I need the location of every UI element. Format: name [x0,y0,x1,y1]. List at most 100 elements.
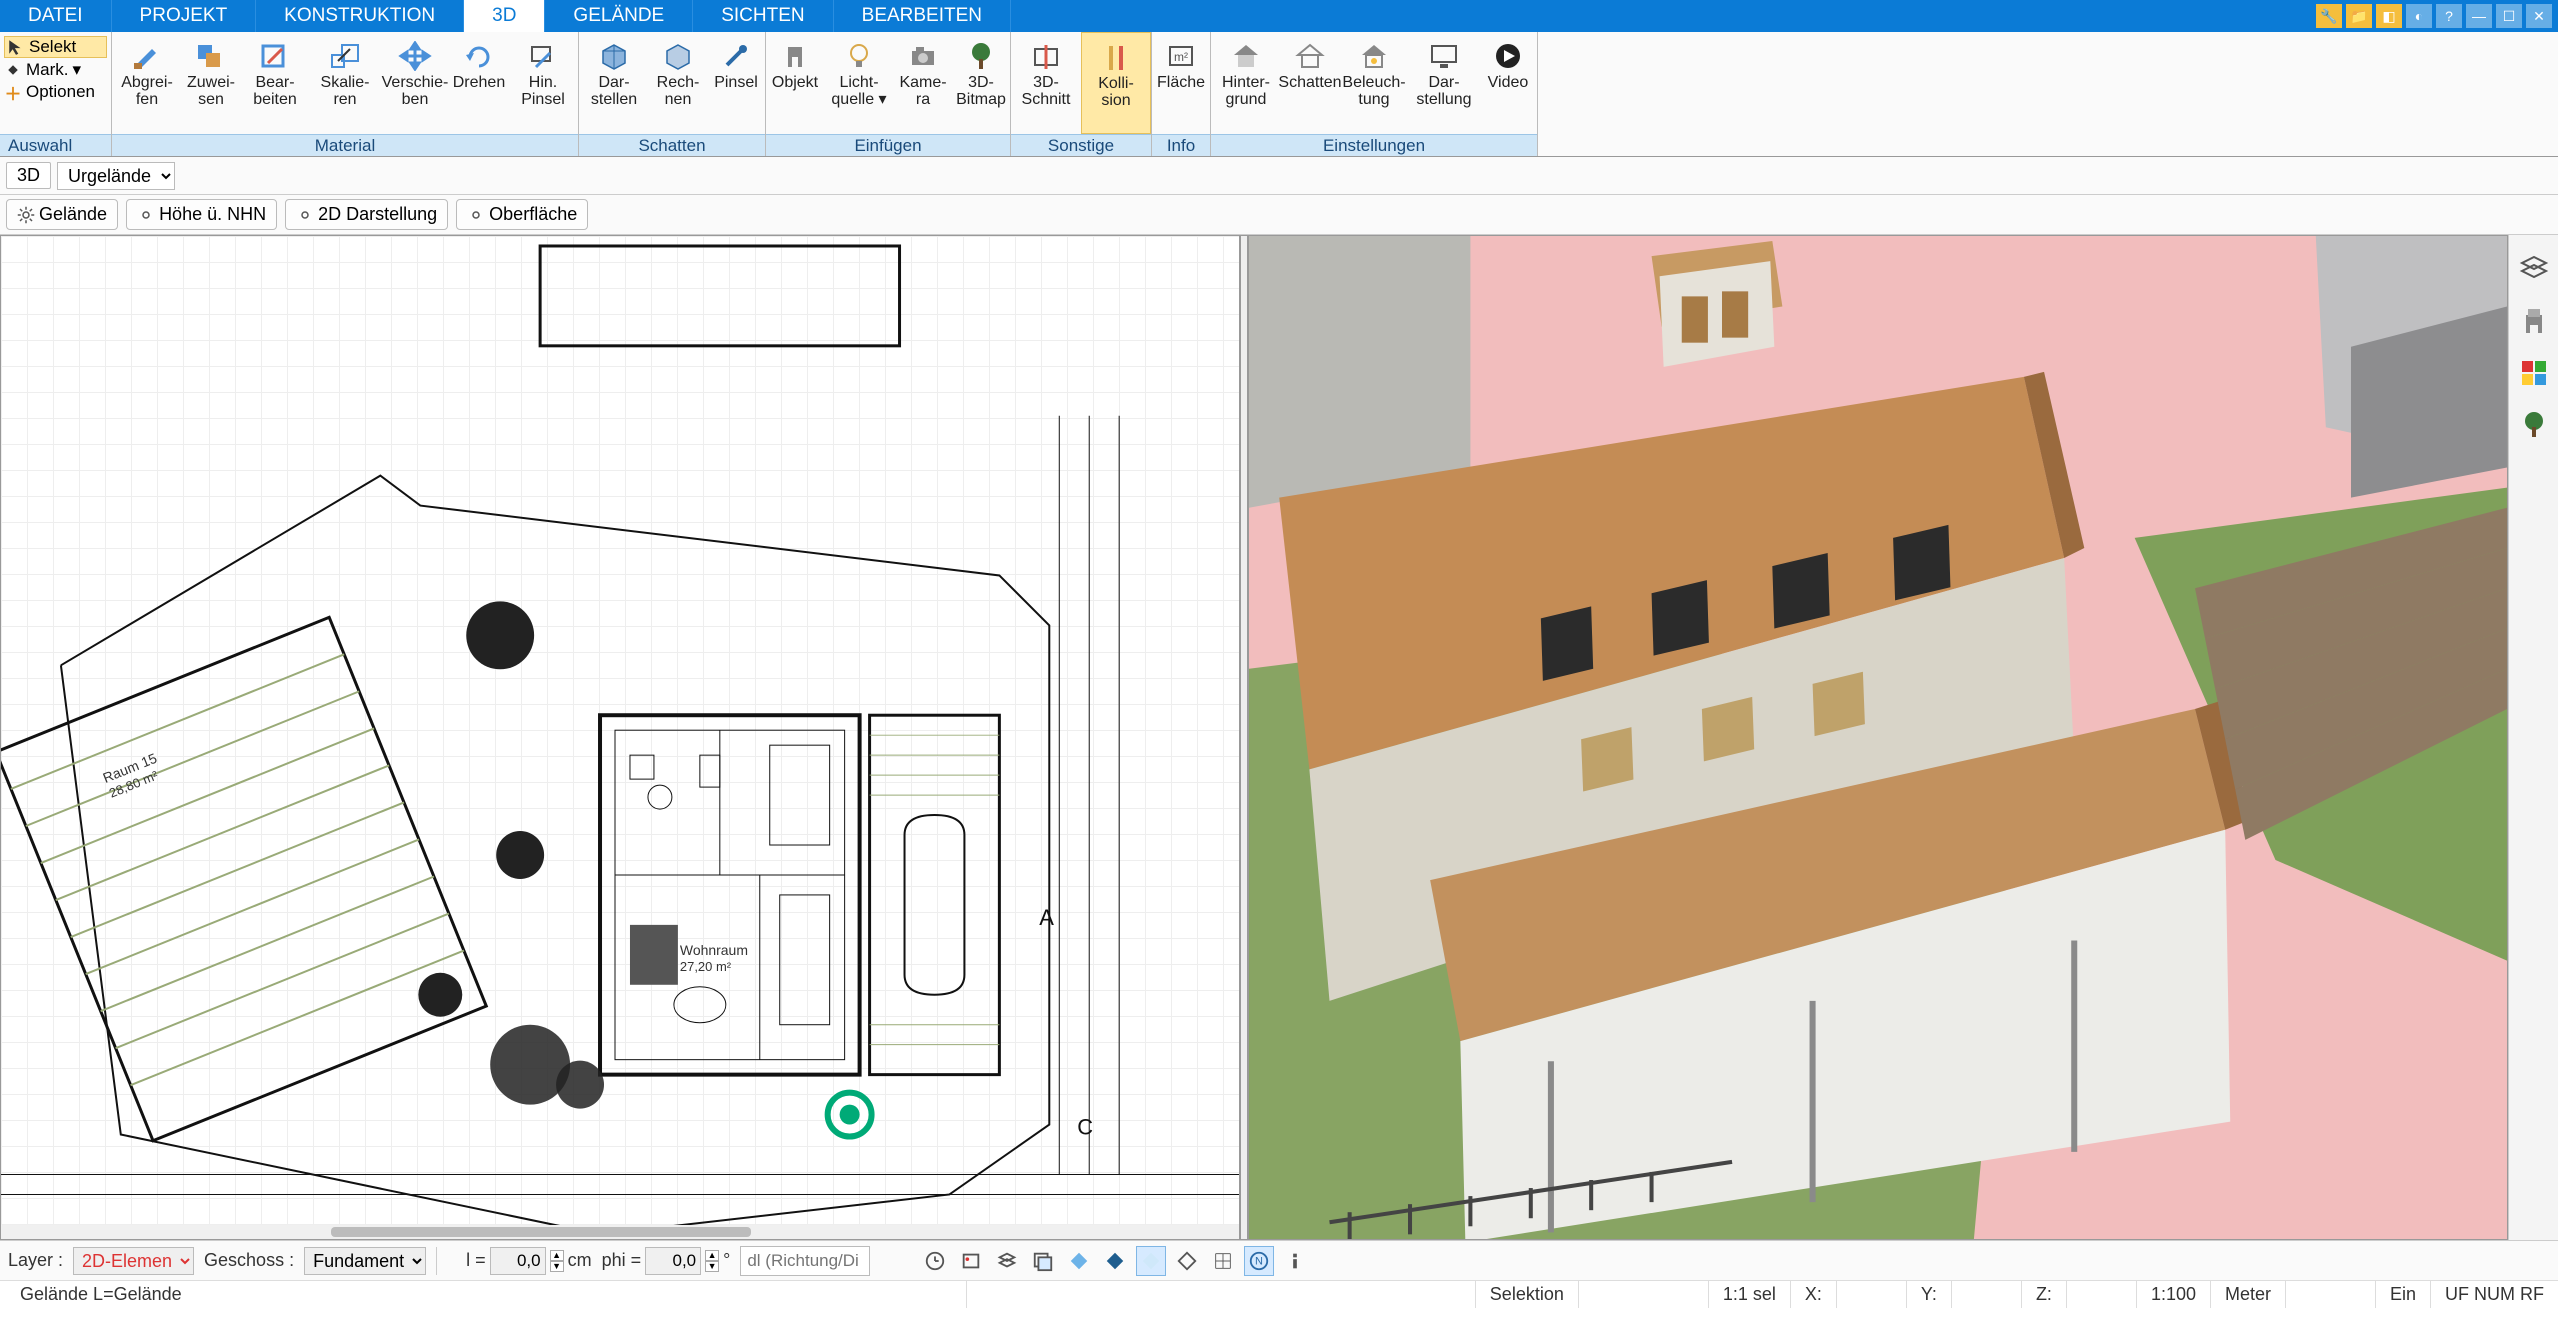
diamond-tool-outline-icon[interactable] [1172,1246,1202,1276]
phi-spin-down[interactable]: ▼ [705,1261,719,1272]
ribbon-button-label: Skalie- ren [321,74,370,108]
pinsel-button[interactable]: Pinsel [707,32,765,134]
box-tool-icon[interactable] [956,1246,986,1276]
minimize-button[interactable]: — [2466,4,2492,28]
mode-3d-badge[interactable]: 3D [6,162,51,189]
bearbeiten-button[interactable]: Bear- beiten [240,32,310,134]
svg-text:m²: m² [1174,50,1188,64]
info-tool-icon[interactable] [1280,1246,1310,1276]
mark-button[interactable]: Mark. ▾ [4,60,107,80]
status-bar: Gelände L=Gelände Selektion 1:1 sel X: Y… [0,1280,2558,1308]
svg-text:Wohnraum: Wohnraum [680,942,748,958]
house3-icon [1354,38,1394,74]
kollision-button[interactable]: Kolli- sion [1081,32,1151,134]
selekt-button[interactable]: Selekt [4,36,107,58]
help-icon[interactable]: ? [2436,4,2462,28]
grid-snap-tool-icon[interactable] [1208,1246,1238,1276]
diamond-tool-blue-icon[interactable] [1064,1246,1094,1276]
ribbon-button-label: Hinter- grund [1222,74,1270,108]
pane-splitter[interactable] [1240,235,1248,1240]
length-spin-down[interactable]: ▼ [550,1261,564,1272]
toggle-icon[interactable]: ◐ [2406,4,2432,28]
menu-tab-sichten[interactable]: SICHTEN [693,0,833,32]
kamera-button[interactable]: Kame- ra [894,32,952,134]
ribbon-group-material: Abgrei- fen Zuwei- senBear- beiten Skalie-… [112,32,579,156]
context-bar: 3D Urgelände [0,157,2558,195]
darstellen-button[interactable]: Dar- stellen [579,32,649,134]
hin-pinsel-button[interactable]: Hin. Pinsel [508,32,578,134]
objekt-button[interactable]: Objekt [766,32,824,134]
hintergrund-button[interactable]: Hinter- grund [1211,32,1281,134]
menu-tab-konstruktion[interactable]: KONSTRUKTION [256,0,464,32]
optionen-button[interactable]: ＋ Optionen [4,82,107,102]
menu-tab-datei[interactable]: DATEI [0,0,112,32]
option-gelaende[interactable]: Gelände [6,199,118,230]
render-3d-viewport[interactable] [1248,235,2508,1240]
plant-icon[interactable] [2518,409,2550,441]
phi-input[interactable] [645,1247,701,1275]
ribbon-button-label: Objekt [772,74,818,91]
phi-unit: ° [723,1250,730,1271]
verschieben-button[interactable]: Verschie- ben [380,32,450,134]
flaeche-button[interactable]: m²Fläche [1152,32,1210,134]
option-oberflaeche[interactable]: Oberfläche [456,199,588,230]
scrollbar-thumb[interactable] [331,1227,751,1237]
menu-tab-projekt[interactable]: PROJEKT [112,0,257,32]
beleuchtung-button[interactable]: Beleuch- tung [1339,32,1409,134]
menu-tab-3d[interactable]: 3D [464,0,545,32]
ribbon-group-einfuegen: ObjektLicht- quelle ▾Kame- ra3D- Bitmap … [766,32,1011,156]
chevron-down-icon: ▾ [73,60,82,80]
skalieren-button[interactable]: Skalie- ren [310,32,380,134]
plan-2d-viewport[interactable]: Raum 15 28,80 m² Wohnraum 27,20 m² [0,235,1240,1240]
diamond-tool-light-icon[interactable] [1136,1246,1166,1276]
rechnen-button[interactable]: Rech- nen [649,32,707,134]
layer-select[interactable]: 2D-Elemen [73,1247,194,1275]
stack-tool-icon[interactable] [1028,1246,1058,1276]
drehen-button[interactable]: Drehen [450,32,508,134]
ribbon-button-label: Beleuch- tung [1342,74,1405,108]
status-unit: Meter [2210,1281,2285,1308]
horizontal-scrollbar[interactable] [1,1225,1239,1239]
monitor-icon [1424,38,1464,74]
selekt-label: Selekt [29,37,76,57]
plus-icon: ＋ [4,83,22,101]
clock-tool-icon[interactable] [920,1246,950,1276]
3d-bitmap-button[interactable]: 3D- Bitmap [952,32,1010,134]
maximize-button[interactable]: ☐ [2496,4,2522,28]
scale-icon [325,38,365,74]
abgreifen-button[interactable]: Abgrei- fen [112,32,182,134]
materials-icon[interactable] [2518,357,2550,389]
option-2d-darstellung[interactable]: 2D Darstellung [285,199,448,230]
video-button[interactable]: Video [1479,32,1537,134]
bottom-toolbar: Layer : 2D-Elemen Geschoss : Fundament l… [0,1240,2558,1280]
terrain-select[interactable]: Urgelände [57,162,175,190]
close-button[interactable]: ✕ [2526,4,2552,28]
menu-tab-gelaende[interactable]: GELÄNDE [545,0,693,32]
status-ein: Ein [2375,1281,2430,1308]
option-hoehe-nhn[interactable]: Höhe ü. NHN [126,199,277,230]
phi-spin-up[interactable]: ▲ [705,1250,719,1261]
direction-input[interactable] [740,1246,870,1276]
lichtquelle-button[interactable]: Licht- quelle ▾ [824,32,894,134]
3d-schnitt-button[interactable]: 3D- Schnitt [1011,32,1081,134]
furniture-icon[interactable] [2518,305,2550,337]
house2-icon [1290,38,1330,74]
menu-tab-bearbeiten[interactable]: BEARBEITEN [834,0,1011,32]
cube-icon [594,38,634,74]
floor-plan-drawing: Raum 15 28,80 m² Wohnraum 27,20 m² [1,236,1239,1234]
status-left: Gelände L=Gelände [6,1281,966,1308]
length-input[interactable] [490,1247,546,1275]
ribbon-button-label: Abgrei- fen [121,74,173,108]
length-spin-up[interactable]: ▲ [550,1250,564,1261]
diamond-tool-dark-icon[interactable] [1100,1246,1130,1276]
schatten2-button[interactable]: Schatten [1281,32,1339,134]
layers-tool-icon[interactable] [992,1246,1022,1276]
north-tool-icon[interactable]: N [1244,1246,1274,1276]
window-icon[interactable]: ◧ [2376,4,2402,28]
tool-icon[interactable]: 🔧 [2316,4,2342,28]
folder-icon[interactable]: 📁 [2346,4,2372,28]
darstellung-button[interactable]: Dar- stellung [1409,32,1479,134]
zuweisen-button[interactable]: Zuwei- sen [182,32,240,134]
geschoss-select[interactable]: Fundament [304,1247,426,1275]
layers-icon[interactable] [2518,253,2550,285]
